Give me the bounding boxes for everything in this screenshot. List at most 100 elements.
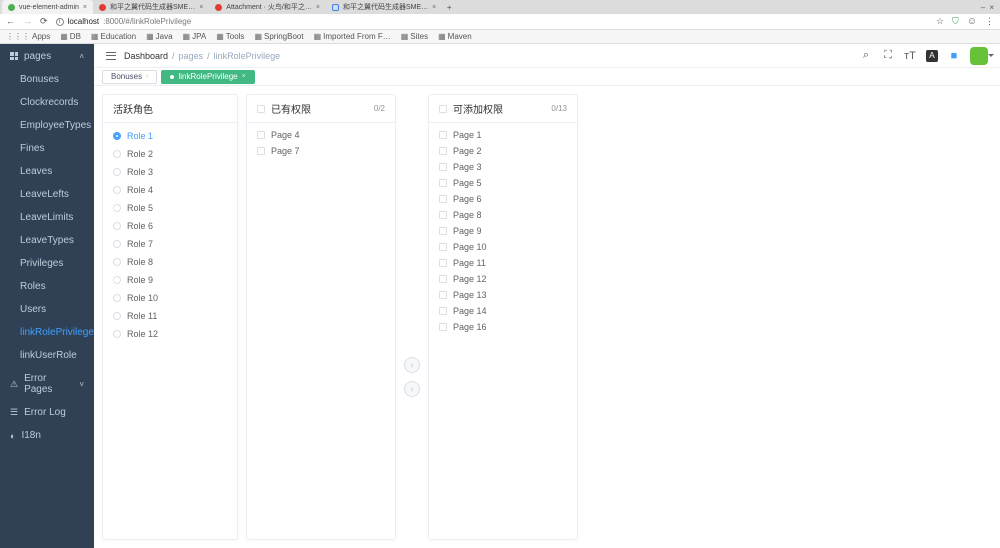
list-item[interactable]: Page 5 (429, 175, 577, 191)
checkbox[interactable] (439, 131, 447, 139)
sidebar-item[interactable]: LeaveTypes (0, 229, 94, 252)
list-item[interactable]: Page 16 (429, 319, 577, 335)
checkbox[interactable] (439, 291, 447, 299)
browser-forward[interactable]: → (23, 16, 32, 27)
checkbox[interactable] (439, 211, 447, 219)
list-item[interactable]: Page 2 (429, 143, 577, 159)
checkbox[interactable] (257, 147, 265, 155)
checkbox[interactable] (439, 275, 447, 283)
browser-url[interactable]: i localhost:8000/#/linkRolePrivilege (56, 17, 928, 26)
sidebar-item[interactable]: LeaveLefts (0, 183, 94, 206)
bookmark[interactable]: ▦Maven (438, 32, 472, 41)
assigned-select-all[interactable] (257, 105, 265, 113)
checkbox[interactable] (439, 243, 447, 251)
browser-back[interactable]: ← (6, 16, 15, 27)
bookmark[interactable]: ▦Education (91, 32, 136, 41)
list-item[interactable]: Page 10 (429, 239, 577, 255)
tab-close-icon[interactable]: × (199, 4, 203, 11)
checkbox[interactable] (439, 179, 447, 187)
sidebar-section[interactable]: ⚠Error Pages˅ (0, 367, 94, 401)
sidebar-item[interactable]: linkUserRole (0, 344, 94, 367)
avatar[interactable] (970, 47, 988, 65)
breadcrumb-root[interactable]: Dashboard (124, 51, 168, 61)
hamburger-icon[interactable] (106, 52, 116, 60)
bookmark[interactable]: ▦Tools (216, 32, 244, 41)
move-right-button[interactable]: › (404, 381, 420, 397)
sidebar-item[interactable]: LeaveLimits (0, 206, 94, 229)
checkbox[interactable] (257, 131, 265, 139)
list-item[interactable]: Page 4 (247, 127, 395, 143)
role-row[interactable]: Role 11 (103, 307, 237, 325)
list-item[interactable]: Page 9 (429, 223, 577, 239)
fullscreen-icon[interactable]: ⛶ (882, 50, 894, 62)
sidebar-item[interactable]: Leaves (0, 160, 94, 183)
bookmark[interactable]: ▦SpringBoot (254, 32, 303, 41)
list-item[interactable]: Page 12 (429, 271, 577, 287)
browser-tab[interactable]: 和平之翼代码生成器SME…× (326, 0, 442, 14)
list-item[interactable]: Page 14 (429, 303, 577, 319)
role-row[interactable]: Role 5 (103, 199, 237, 217)
breadcrumb-section[interactable]: pages (179, 51, 204, 61)
bookmark[interactable]: ⋮⋮⋮Apps (6, 32, 50, 41)
lang-icon[interactable]: Ａ (926, 50, 938, 62)
role-row[interactable]: Role 10 (103, 289, 237, 307)
role-row[interactable]: Role 3 (103, 163, 237, 181)
bookmark[interactable]: ▦JPA (183, 32, 207, 41)
checkbox[interactable] (439, 259, 447, 267)
browser-reload[interactable]: ⟳ (40, 16, 48, 27)
sidebar-item[interactable]: linkRolePrivilege (0, 321, 94, 344)
checkbox[interactable] (439, 195, 447, 203)
role-row[interactable]: Role 1 (103, 127, 237, 145)
bookmark[interactable]: ▦Imported From F… (314, 32, 391, 41)
role-row[interactable]: Role 12 (103, 325, 237, 343)
list-item[interactable]: Page 13 (429, 287, 577, 303)
role-row[interactable]: Role 8 (103, 253, 237, 271)
checkbox[interactable] (439, 227, 447, 235)
tab-close-icon[interactable]: × (316, 4, 320, 11)
tag-close-icon[interactable]: × (242, 73, 246, 80)
browser-tab[interactable]: 和平之翼代码生成器SME…× (93, 0, 209, 14)
browser-window-close[interactable]: × (989, 3, 994, 12)
sidebar-group-pages[interactable]: pages ˄ (0, 44, 94, 68)
checkbox[interactable] (439, 307, 447, 315)
search-icon[interactable]: ⌕ (860, 50, 872, 62)
sidebar-item[interactable]: Clockrecords (0, 91, 94, 114)
sidebar-item[interactable]: Fines (0, 137, 94, 160)
sidebar-item[interactable]: Users (0, 298, 94, 321)
browser-menu[interactable]: ⋮ (985, 16, 994, 27)
role-row[interactable]: Role 6 (103, 217, 237, 235)
sidebar-item[interactable]: Bonuses (0, 68, 94, 91)
browser-minimize[interactable]: – (981, 3, 985, 12)
move-left-button[interactable]: ‹ (404, 357, 420, 373)
role-row[interactable]: Role 7 (103, 235, 237, 253)
browser-star[interactable]: ☆ (936, 16, 944, 27)
checkbox[interactable] (439, 147, 447, 155)
bookmark[interactable]: ▦DB (60, 32, 81, 41)
theme-icon[interactable]: ■ (948, 50, 960, 62)
list-item[interactable]: Page 11 (429, 255, 577, 271)
view-tag[interactable]: Bonuses› (102, 70, 157, 84)
available-select-all[interactable] (439, 105, 447, 113)
list-item[interactable]: Page 1 (429, 127, 577, 143)
checkbox[interactable] (439, 163, 447, 171)
sidebar-item[interactable]: Privileges (0, 252, 94, 275)
list-item[interactable]: Page 6 (429, 191, 577, 207)
sidebar-item[interactable]: Roles (0, 275, 94, 298)
browser-ext[interactable]: ⛉ (952, 16, 959, 27)
checkbox[interactable] (439, 323, 447, 331)
role-row[interactable]: Role 9 (103, 271, 237, 289)
list-item[interactable]: Page 8 (429, 207, 577, 223)
sidebar-section[interactable]: ◐I18n (0, 424, 94, 447)
sidebar-item[interactable]: EmployeeTypes (0, 114, 94, 137)
browser-tab[interactable]: vue-element-admin× (2, 0, 93, 14)
browser-new-tab[interactable]: + (442, 0, 456, 14)
sidebar-section[interactable]: ☰Error Log (0, 401, 94, 424)
list-item[interactable]: Page 7 (247, 143, 395, 159)
fontsize-icon[interactable]: тT (904, 50, 916, 62)
site-info-icon[interactable]: i (56, 18, 64, 26)
bookmark[interactable]: ▦Sites (401, 32, 428, 41)
tab-close-icon[interactable]: × (83, 4, 87, 11)
browser-tab[interactable]: Attachment · 火鸟/和平之…× (209, 0, 326, 14)
role-row[interactable]: Role 2 (103, 145, 237, 163)
tab-close-icon[interactable]: × (432, 4, 436, 11)
